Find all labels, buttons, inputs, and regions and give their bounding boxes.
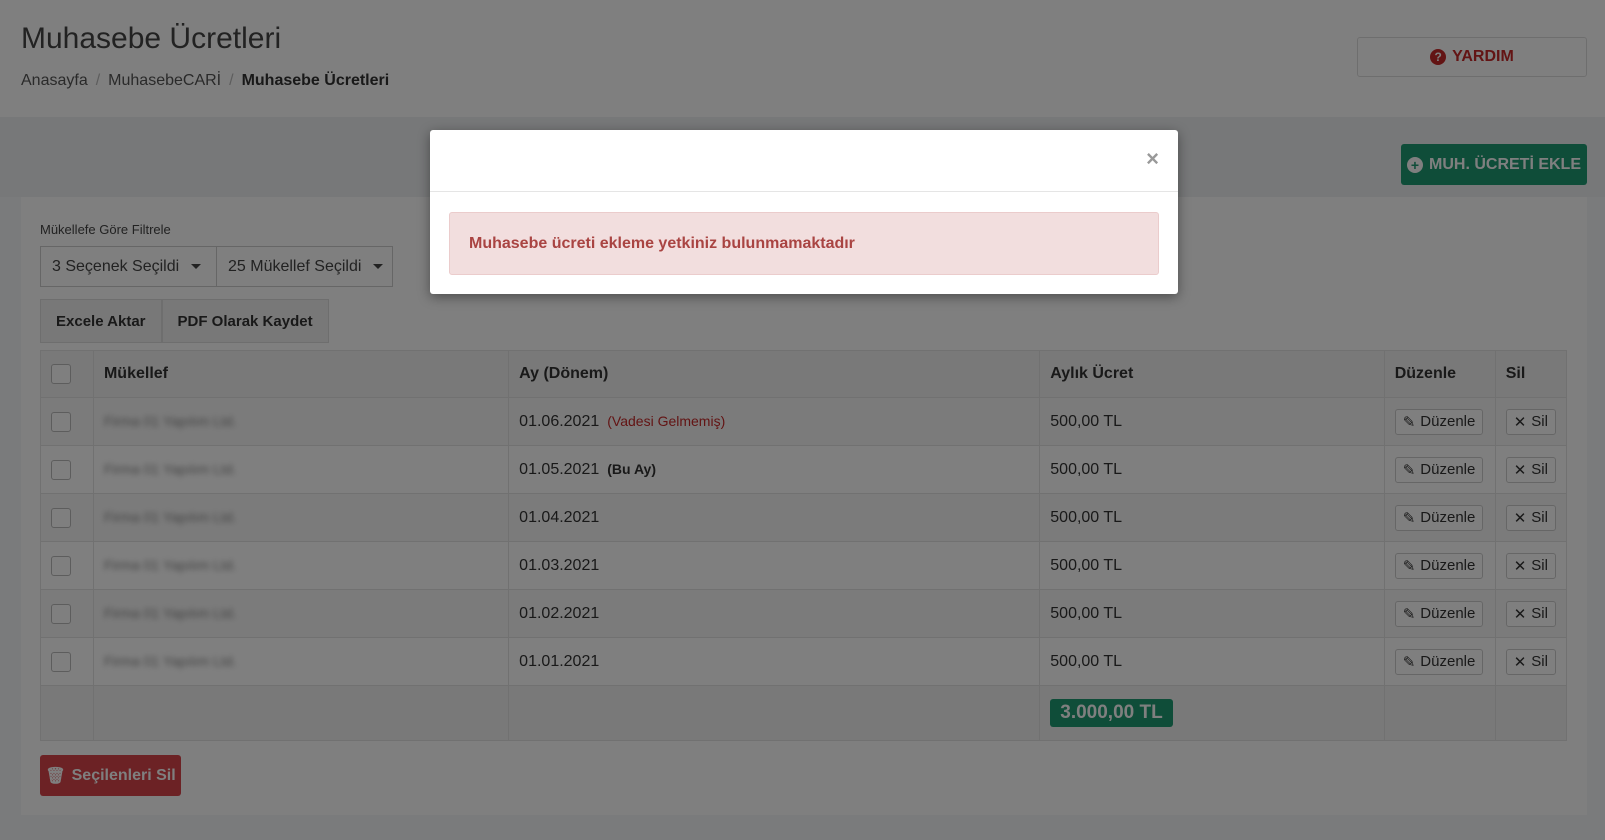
modal-backdrop[interactable] <box>0 0 1605 840</box>
modal-header: × <box>430 130 1178 192</box>
permission-modal: × Muhasebe ücreti ekleme yetkiniz bulunm… <box>430 130 1178 294</box>
close-icon[interactable]: × <box>1146 148 1159 170</box>
permission-alert: Muhasebe ücreti ekleme yetkiniz bulunmam… <box>449 212 1159 275</box>
